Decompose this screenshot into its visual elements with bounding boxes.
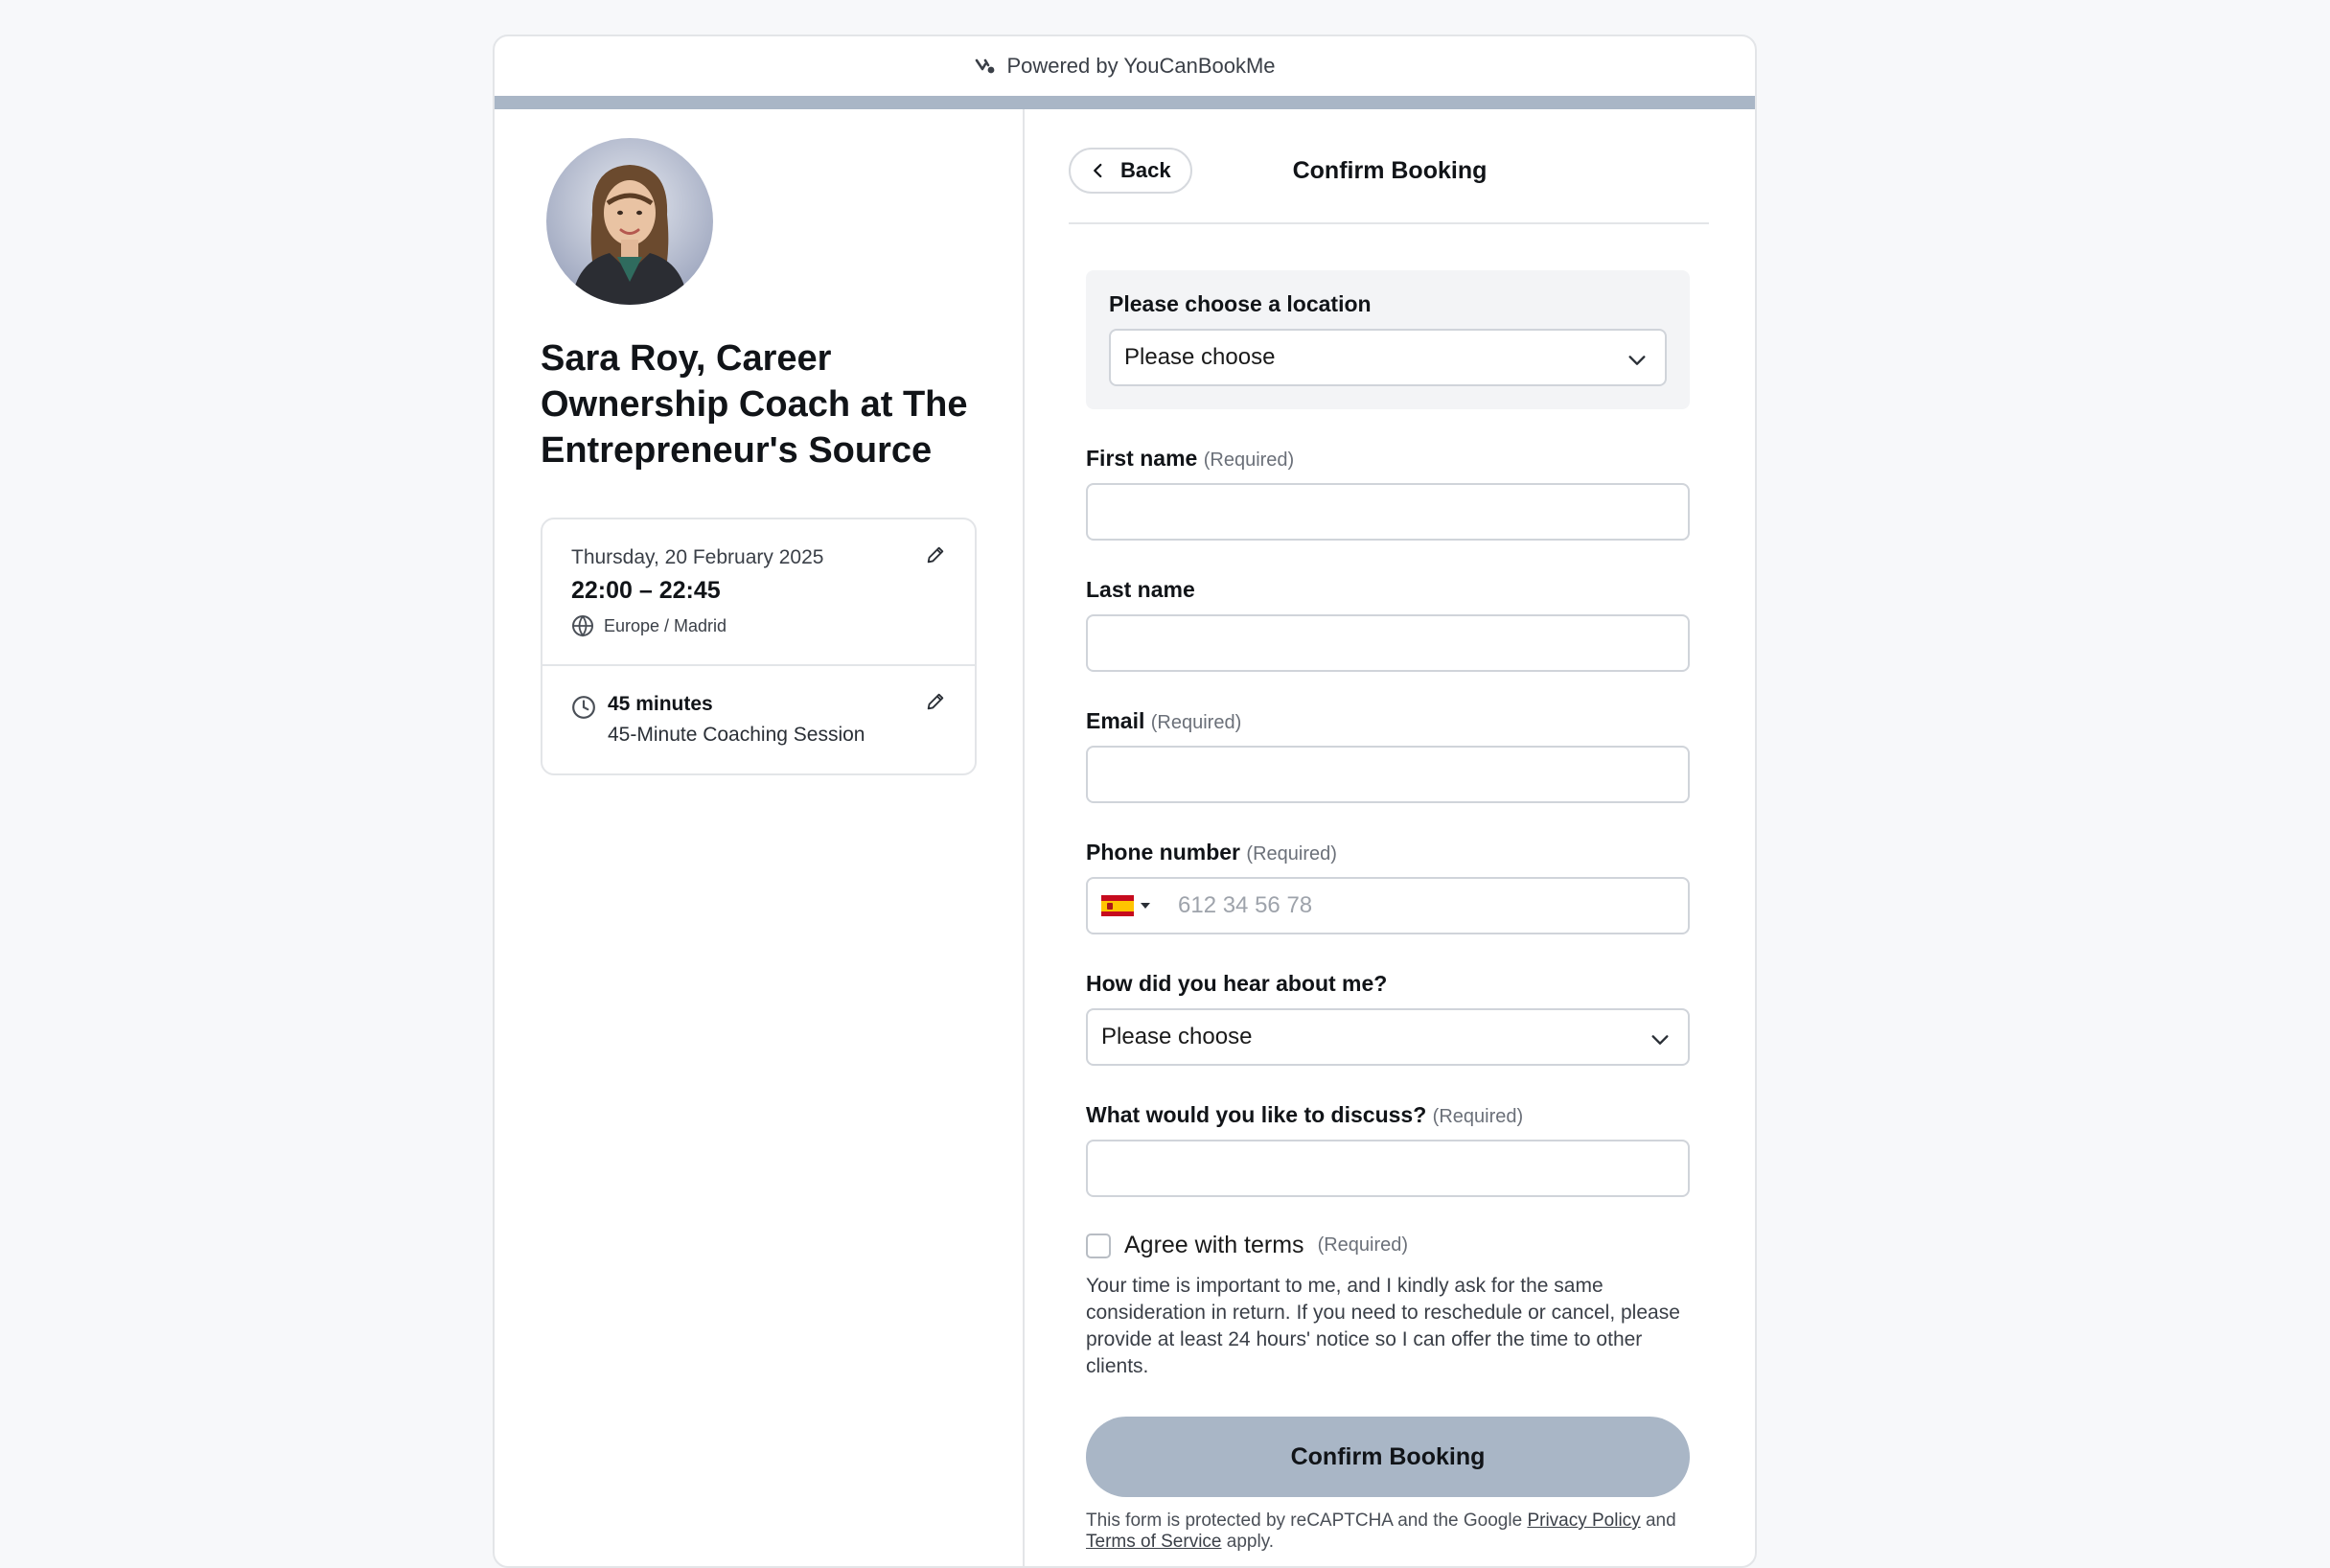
first-name-input[interactable]	[1086, 483, 1690, 541]
timezone-label: Europe / Madrid	[604, 615, 727, 635]
phone-placeholder: 612 34 56 78	[1178, 892, 1313, 918]
timezone-row: Europe / Madrid	[571, 614, 946, 637]
last-name-label: Last name	[1086, 577, 1195, 602]
required-tag: (Required)	[1203, 450, 1295, 471]
header-divider	[1069, 222, 1709, 224]
first-name-field: First name (Required)	[1086, 446, 1690, 541]
powered-by-text: Powered by YouCanBookMe	[1006, 54, 1276, 78]
host-name: Sara Roy, Career Ownership Coach at The …	[541, 338, 968, 471]
hear-about-select[interactable]: Please choose	[1086, 1008, 1690, 1066]
privacy-policy-link[interactable]: Privacy Policy	[1527, 1510, 1640, 1531]
spain-flag-icon	[1101, 895, 1134, 916]
discuss-input[interactable]	[1086, 1140, 1690, 1197]
booking-form: Please choose a location Please choose F…	[1086, 270, 1690, 1553]
location-section: Please choose a location Please choose	[1086, 270, 1690, 409]
chevron-down-icon	[1651, 1035, 1669, 1045]
edit-duration-icon[interactable]	[925, 691, 946, 712]
hear-about-select-value: Please choose	[1101, 1024, 1253, 1049]
form-header: Back Confirm Booking	[1069, 144, 1711, 197]
clock-icon	[572, 696, 595, 719]
chevron-down-icon	[1628, 356, 1646, 365]
required-tag: (Required)	[1432, 1106, 1524, 1127]
phone-label: Phone number	[1086, 840, 1241, 865]
email-label: Email	[1086, 708, 1145, 733]
globe-icon	[572, 615, 593, 637]
chevron-left-icon	[1094, 163, 1102, 178]
avatar	[546, 138, 713, 305]
date-time-block: Thursday, 20 February 2025 22:00 – 22:45…	[542, 519, 975, 664]
duration-label: 45 minutes	[608, 693, 713, 715]
profile-panel: Sara Roy, Career Ownership Coach at The …	[495, 109, 1025, 1566]
recaptcha-prefix: This form is protected by reCAPTCHA and …	[1086, 1510, 1523, 1531]
booking-card: Powered by YouCanBookMe Sara Roy, Career…	[493, 35, 1757, 1568]
country-selector[interactable]	[1101, 895, 1151, 916]
location-label: Please choose a location	[1109, 291, 1372, 316]
back-button[interactable]: Back	[1069, 148, 1192, 194]
email-field: Email (Required)	[1086, 708, 1690, 803]
agree-checkbox[interactable]	[1086, 1233, 1111, 1258]
last-name-input[interactable]	[1086, 614, 1690, 672]
booking-summary: Thursday, 20 February 2025 22:00 – 22:45…	[541, 518, 977, 775]
recaptcha-suffix: apply.	[1226, 1532, 1275, 1552]
edit-date-icon[interactable]	[925, 544, 946, 565]
powered-by-bar[interactable]: Powered by YouCanBookMe	[495, 36, 1755, 96]
discuss-label: What would you like to discuss?	[1086, 1102, 1427, 1127]
booking-time: 22:00 – 22:45	[571, 577, 721, 604]
discuss-field: What would you like to discuss? (Require…	[1086, 1102, 1690, 1197]
first-name-label: First name	[1086, 446, 1198, 471]
email-input[interactable]	[1086, 746, 1690, 803]
location-select[interactable]: Please choose	[1109, 329, 1667, 386]
accent-bar	[495, 96, 1755, 109]
agree-terms-row: Agree with terms (Required)	[1086, 1232, 1690, 1259]
session-name: 45-Minute Coaching Session	[608, 724, 865, 746]
required-tag: (Required)	[1317, 1234, 1409, 1256]
phone-field: Phone number (Required) 612 34 56 78	[1086, 840, 1690, 934]
youcanbookme-logo-icon	[976, 58, 995, 74]
required-tag: (Required)	[1246, 843, 1337, 865]
recaptcha-and: and	[1645, 1510, 1676, 1531]
confirm-booking-button[interactable]: Confirm Booking	[1086, 1417, 1690, 1497]
recaptcha-notice: This form is protected by reCAPTCHA and …	[1086, 1510, 1690, 1553]
booking-form-panel: Back Confirm Booking Please choose a loc…	[1025, 109, 1755, 1566]
terms-text: Your time is important to me, and I kind…	[1086, 1275, 1680, 1377]
required-tag: (Required)	[1150, 712, 1242, 733]
agree-label[interactable]: Agree with terms	[1124, 1232, 1304, 1259]
last-name-field: Last name	[1086, 577, 1690, 672]
booking-date: Thursday, 20 February 2025	[571, 546, 824, 568]
duration-block: 45 minutes 45-Minute Coaching Session	[542, 664, 975, 773]
caret-down-icon	[1141, 903, 1150, 909]
phone-input[interactable]: 612 34 56 78	[1086, 877, 1690, 934]
back-label: Back	[1120, 158, 1171, 182]
terms-of-service-link[interactable]: Terms of Service	[1086, 1532, 1221, 1552]
location-select-value: Please choose	[1124, 344, 1276, 370]
hear-about-label: How did you hear about me?	[1086, 971, 1388, 996]
hear-about-field: How did you hear about me? Please choose	[1086, 971, 1690, 1066]
